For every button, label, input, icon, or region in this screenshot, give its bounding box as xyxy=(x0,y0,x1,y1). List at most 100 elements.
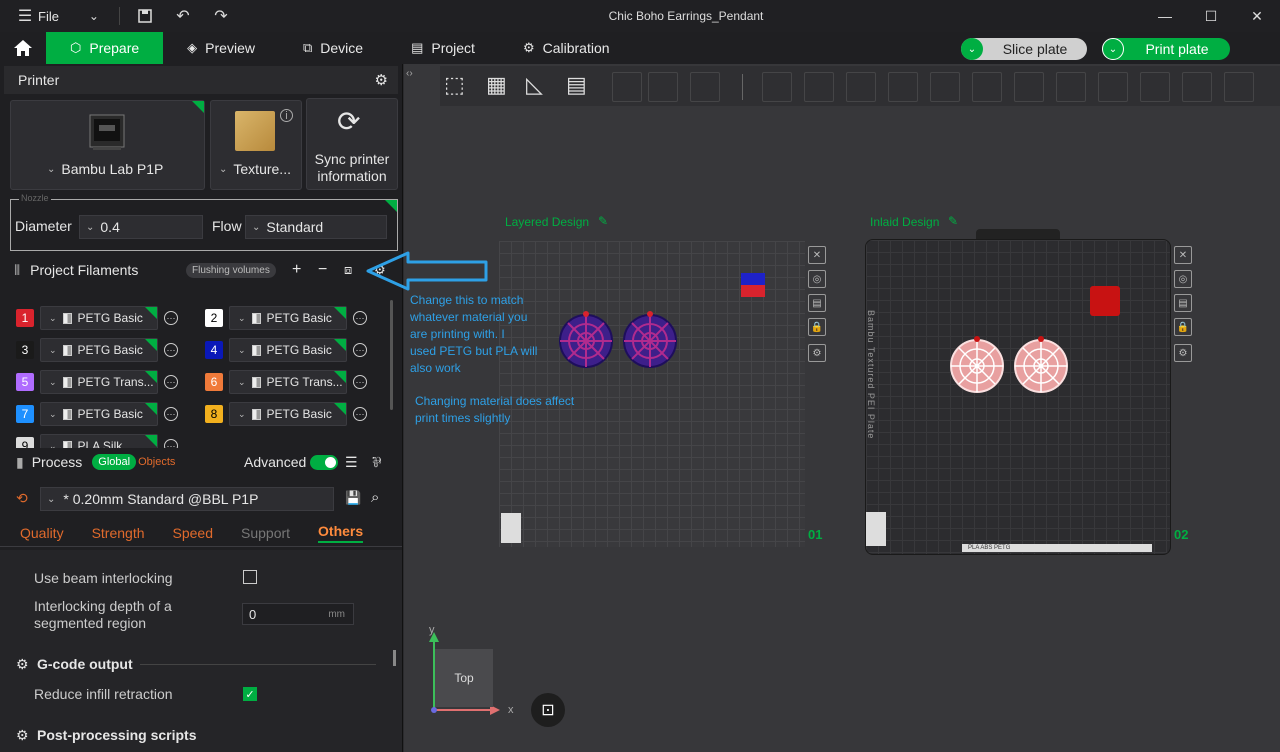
move-icon[interactable] xyxy=(762,72,792,102)
more-options-icon[interactable]: ⋯ xyxy=(164,311,178,325)
close-plate-icon[interactable]: ✕ xyxy=(1174,246,1192,264)
tab-preview[interactable]: ◈ Preview xyxy=(163,32,279,64)
mesh-boolean-icon[interactable] xyxy=(972,72,1002,102)
text-icon[interactable] xyxy=(1098,72,1128,102)
interlocking-depth-input[interactable]: 0 mm xyxy=(242,603,354,625)
minimize-icon[interactable]: — xyxy=(1142,0,1188,32)
auto-orient-plate-icon[interactable]: ◎ xyxy=(1174,270,1192,288)
earring-models-inlaid[interactable] xyxy=(950,336,1070,396)
filament-select[interactable]: ⌄ PETG Trans... xyxy=(229,370,347,394)
maximize-icon[interactable]: ☐ xyxy=(1188,0,1234,32)
filament-select[interactable]: ⌄ PETG Basic xyxy=(40,306,158,330)
measure-icon[interactable] xyxy=(1182,72,1212,102)
tab-quality[interactable]: Quality xyxy=(20,525,64,541)
earring-models-layered[interactable] xyxy=(559,311,679,371)
plate-2-title[interactable]: Inlaid Design xyxy=(870,215,939,229)
cut-icon[interactable] xyxy=(930,72,960,102)
arrange-plate-icon[interactable]: ▤ xyxy=(1174,294,1192,312)
arrange-plate-icon[interactable]: ▤ xyxy=(808,294,826,312)
split-icon[interactable] xyxy=(612,72,642,102)
rotate-icon[interactable] xyxy=(804,72,834,102)
edit-icon[interactable]: ✎ xyxy=(598,214,608,228)
save-icon[interactable] xyxy=(134,5,156,27)
flow-select[interactable]: ⌄ Standard xyxy=(245,215,387,239)
filament-slot[interactable]: 5 ⌄ PETG Trans... ⋯ xyxy=(16,370,178,394)
objects-toggle[interactable]: Objects xyxy=(138,456,175,468)
process-profile-select[interactable]: ⌄ * 0.20mm Standard @BBL P1P xyxy=(40,487,334,511)
search-icon[interactable]: ⌕ xyxy=(371,489,379,506)
filament-slot[interactable]: 2 ⌄ PETG Basic ⋯ xyxy=(205,306,367,330)
save-profile-icon[interactable]: 💾 xyxy=(345,490,361,506)
remove-icon[interactable]: − xyxy=(318,261,327,279)
diameter-select[interactable]: ⌄ 0.4 xyxy=(79,215,203,239)
printer-card[interactable]: ⌄ Bambu Lab P1P xyxy=(10,100,205,190)
build-plate-2[interactable]: Bambu Textured PEI Plate PLA ABS PETG xyxy=(865,239,1171,555)
filament-select[interactable]: ⌄ PETG Basic xyxy=(229,338,347,362)
tab-others[interactable]: Others xyxy=(318,523,364,543)
filament-select[interactable]: ⌄ PETG Basic xyxy=(229,306,347,330)
tab-calibration[interactable]: ⚙ Calibration xyxy=(499,32,634,64)
global-toggle[interactable]: Global xyxy=(92,454,137,470)
filament-slot[interactable]: 7 ⌄ PETG Basic ⋯ xyxy=(16,402,178,426)
flushing-volumes-button[interactable]: Flushing volumes xyxy=(186,262,276,278)
info-icon[interactable]: i xyxy=(280,109,293,122)
tab-device[interactable]: ⧉ Device xyxy=(279,32,387,64)
sync-filaments-icon[interactable]: ⧈ xyxy=(344,262,352,278)
model-color-block[interactable] xyxy=(741,273,765,297)
model-color-block[interactable] xyxy=(1090,286,1120,316)
view-cube[interactable]: Top xyxy=(435,649,493,707)
focus-camera-button[interactable]: ⊡ xyxy=(531,693,565,727)
tab-prepare[interactable]: ⬡ Prepare xyxy=(46,32,164,64)
plate-type-card[interactable]: i ⌄ Texture... xyxy=(210,100,302,190)
edit-icon[interactable]: ✎ xyxy=(948,214,958,228)
close-icon[interactable]: ✕ xyxy=(1234,0,1280,32)
more-options-icon[interactable]: ⋯ xyxy=(353,407,367,421)
3d-viewport[interactable]: ‹› ⬚ ▦ ◺ ▤ Layered Design ✎ 01 ✕ ◎ ▤ 🔒 ⚙… xyxy=(404,64,1280,752)
beam-interlocking-checkbox[interactable] xyxy=(243,570,257,584)
add-object-icon[interactable]: ⬚ xyxy=(444,72,474,102)
tab-project[interactable]: ▤ Project xyxy=(387,32,499,64)
seam-paint-icon[interactable] xyxy=(1056,72,1086,102)
add-icon[interactable]: + xyxy=(292,261,301,279)
home-button[interactable] xyxy=(0,32,46,64)
scale-icon[interactable] xyxy=(846,72,876,102)
filament-select[interactable]: ⌄ PETG Basic xyxy=(40,338,158,362)
filament-slot[interactable]: 8 ⌄ PETG Basic ⋯ xyxy=(205,402,367,426)
more-options-icon[interactable]: ⋯ xyxy=(353,375,367,389)
auto-orient-icon[interactable]: ◺ xyxy=(526,72,556,102)
more-options-icon[interactable]: ⋯ xyxy=(164,375,178,389)
undo-icon[interactable]: ↶ xyxy=(172,5,194,27)
tab-speed[interactable]: Speed xyxy=(173,525,213,541)
sync-printer-button[interactable]: ⟳ Sync printer information xyxy=(306,98,398,190)
reset-icon[interactable]: ⟲ xyxy=(16,490,28,507)
more-options-icon[interactable]: ⋯ xyxy=(164,407,178,421)
scrollbar[interactable] xyxy=(390,300,393,410)
advanced-toggle[interactable] xyxy=(310,454,338,470)
redo-icon[interactable]: ↷ xyxy=(210,5,232,27)
filament-slot[interactable]: 1 ⌄ PETG Basic ⋯ xyxy=(16,306,178,330)
plate-icon[interactable] xyxy=(648,72,678,102)
chevron-down-icon[interactable]: ⌄ xyxy=(1102,38,1124,60)
filament-select[interactable]: ⌄ PETG Basic xyxy=(40,402,158,426)
filament-slot[interactable]: 6 ⌄ PETG Trans... ⋯ xyxy=(205,370,367,394)
color-paint-icon[interactable] xyxy=(1140,72,1170,102)
filament-select[interactable]: ⌄ PETG Trans... xyxy=(40,370,158,394)
gear-icon[interactable]: ⚙ xyxy=(375,71,388,89)
arrange-icon[interactable]: ▤ xyxy=(566,72,596,102)
filament-slot[interactable]: 4 ⌄ PETG Basic ⋯ xyxy=(205,338,367,362)
add-plate-icon[interactable]: ▦ xyxy=(486,72,516,102)
plate-1-title[interactable]: Layered Design xyxy=(505,215,589,229)
more-options-icon[interactable]: ⋯ xyxy=(353,343,367,357)
support-paint-icon[interactable] xyxy=(1014,72,1044,102)
list-icon[interactable]: ☰ xyxy=(345,454,358,471)
scrollbar[interactable] xyxy=(393,650,396,666)
more-options-icon[interactable]: ⋯ xyxy=(164,343,178,357)
file-menu[interactable]: File xyxy=(38,9,59,24)
close-plate-icon[interactable]: ✕ xyxy=(808,246,826,264)
lay-on-face-icon[interactable] xyxy=(888,72,918,102)
auto-orient-plate-icon[interactable]: ◎ xyxy=(808,270,826,288)
reduce-infill-retraction-checkbox[interactable]: ✓ xyxy=(243,687,257,701)
tab-strength[interactable]: Strength xyxy=(92,525,145,541)
plate-settings-icon[interactable]: ⚙ xyxy=(1174,344,1192,362)
filament-select[interactable]: ⌄ PETG Basic xyxy=(229,402,347,426)
